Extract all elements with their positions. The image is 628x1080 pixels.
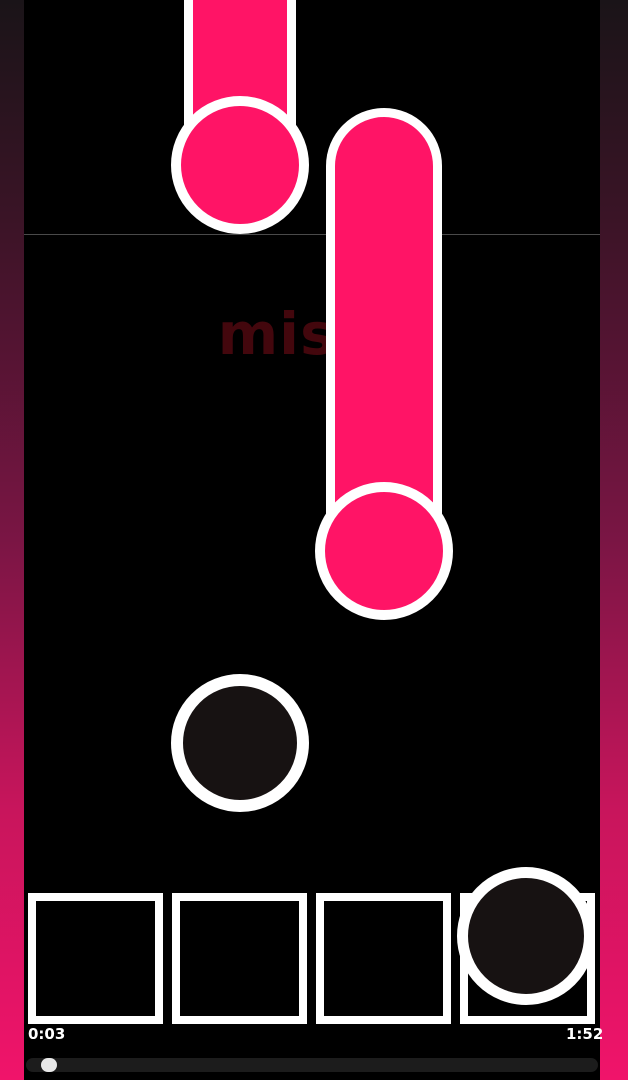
- hold-note-head-lane-2: [171, 96, 309, 234]
- tap-note-lane-4: [457, 867, 595, 1005]
- tap-note-lane-2: [171, 674, 309, 812]
- elapsed-time: 0:03: [28, 1025, 66, 1043]
- lane-key-1[interactable]: [28, 893, 163, 1024]
- playfield: miss...: [24, 0, 600, 1080]
- total-time: 1:52: [566, 1025, 604, 1043]
- lane-key-2[interactable]: [172, 893, 307, 1024]
- lane-key-3[interactable]: [316, 893, 451, 1024]
- song-progress-knob[interactable]: [41, 1058, 57, 1072]
- hold-note-head-lane-3: [315, 482, 453, 620]
- judgement-line: [24, 234, 600, 235]
- song-progress-bar[interactable]: [26, 1058, 598, 1072]
